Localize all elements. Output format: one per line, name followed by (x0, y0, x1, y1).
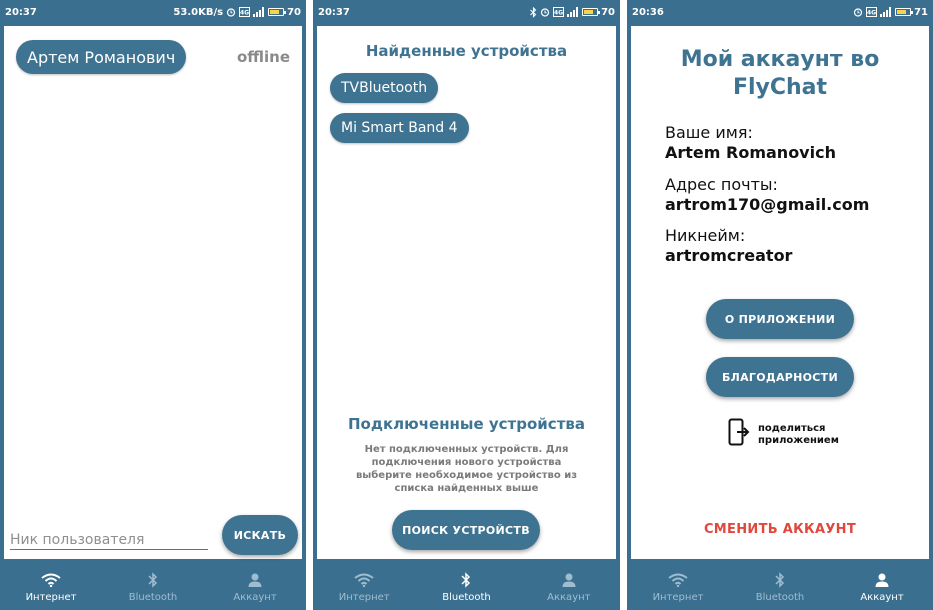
email-label: Адрес почты: (665, 175, 778, 194)
nav-label-account: Аккаунт (233, 591, 277, 603)
status-bar: 20:37 4G 70 (313, 0, 620, 24)
status-time: 20:37 (5, 6, 37, 18)
status-bar: 20:37 53.0KB/s 4G 70 (0, 0, 306, 24)
connected-devices-note: Нет подключенных устройств. Для подключе… (355, 444, 578, 494)
signal-icon (567, 7, 579, 17)
person-icon (247, 570, 263, 590)
nick-value: artromcreator (665, 246, 793, 265)
person-icon (561, 570, 577, 590)
signal-icon (880, 7, 892, 17)
battery-level: 71 (914, 6, 928, 18)
account-title-line2: FlyChat (732, 75, 828, 100)
svg-text:4G: 4G (240, 10, 249, 17)
found-devices-title: Найденные устройства (365, 42, 568, 60)
volte-icon: 4G (553, 7, 565, 17)
status-bar: 20:36 4G 71 (627, 0, 933, 24)
share-label: поделиться приложением (758, 422, 839, 446)
username-search-input[interactable] (10, 530, 208, 550)
wifi-icon (41, 570, 61, 590)
nick-label: Никнейм: (665, 226, 746, 245)
account-title: Мой аккаунт во FlyChat (631, 46, 929, 102)
internet-screen: Артем Романович offline ИСКАТЬ (4, 26, 302, 559)
alarm-icon (853, 7, 863, 17)
phone-account: 20:36 4G 71 Мой аккаунт во FlyChat Ваше … (627, 0, 933, 610)
nav-label-bluetooth: Bluetooth (755, 591, 805, 603)
alarm-icon (226, 7, 236, 17)
nav-label-account: Аккаунт (547, 591, 591, 603)
status-time: 20:37 (318, 6, 350, 18)
nav-tab-account[interactable]: Аккаунт (204, 562, 306, 610)
volte-icon: 4G (866, 7, 878, 17)
svg-text:4G: 4G (554, 10, 563, 17)
connection-status: offline (236, 48, 290, 66)
account-screen: Мой аккаунт во FlyChat Ваше имя: Artem R… (631, 26, 929, 559)
search-devices-button[interactable]: ПОИСК УСТРОЙСТВ (392, 510, 540, 550)
bluetooth-icon (461, 570, 471, 590)
nav-label-account: Аккаунт (860, 591, 904, 603)
share-icon (728, 418, 750, 451)
network-speed: 53.0KB/s (173, 6, 224, 18)
status-time: 20:36 (632, 6, 664, 18)
wifi-icon (354, 570, 374, 590)
device-item[interactable]: TVBluetooth (330, 73, 439, 103)
wifi-icon (668, 570, 688, 590)
phone-bluetooth: 20:37 4G 70 Найденные устройства TVBluet… (313, 0, 620, 610)
battery-icon (268, 8, 287, 16)
alarm-icon (540, 7, 550, 17)
nav-tab-internet[interactable]: Интернет (313, 562, 415, 610)
nav-tab-bluetooth[interactable]: Bluetooth (729, 562, 831, 610)
user-chip[interactable]: Артем Романович (16, 40, 187, 74)
nav-label-bluetooth: Bluetooth (442, 591, 491, 603)
svg-text:4G: 4G (867, 10, 876, 17)
connected-devices-title: Подключенные устройства (348, 415, 585, 433)
bluetooth-status-icon (530, 6, 537, 18)
search-button[interactable]: ИСКАТЬ (222, 515, 298, 555)
nav-tab-bluetooth[interactable]: Bluetooth (415, 562, 517, 610)
nav-tab-internet[interactable]: Интернет (0, 562, 102, 610)
share-app-button[interactable]: поделиться приложением (728, 418, 848, 451)
person-icon (874, 570, 890, 590)
battery-level: 70 (601, 6, 615, 18)
bluetooth-icon (775, 570, 785, 590)
nav-tab-bluetooth[interactable]: Bluetooth (102, 562, 204, 610)
nav-label-internet: Интернет (652, 591, 704, 603)
phone-internet: 20:37 53.0KB/s 4G 70 Артем Романович off… (0, 0, 306, 610)
bluetooth-icon (148, 570, 158, 590)
nav-label-internet: Интернет (338, 591, 390, 603)
bottom-nav: Интернет Bluetooth Аккаунт (627, 562, 933, 610)
nav-label-bluetooth: Bluetooth (128, 591, 178, 603)
thanks-button[interactable]: БЛАГОДАРНОСТИ (706, 357, 854, 397)
about-app-button[interactable]: О ПРИЛОЖЕНИИ (706, 299, 854, 339)
nav-tab-account[interactable]: Аккаунт (831, 562, 933, 610)
bottom-nav: Интернет Bluetooth Аккаунт (0, 562, 306, 610)
nav-label-internet: Интернет (25, 591, 77, 603)
name-value: Artem Romanovich (665, 143, 836, 162)
switch-account-button[interactable]: СМЕНИТЬ АККАУНТ (631, 522, 929, 537)
battery-level: 70 (287, 6, 301, 18)
nav-tab-internet[interactable]: Интернет (627, 562, 729, 610)
bluetooth-screen: Найденные устройства TVBluetooth Mi Smar… (317, 26, 616, 559)
email-value: artrom170@gmail.com (665, 195, 870, 214)
battery-icon (582, 8, 601, 16)
name-label: Ваше имя: (665, 123, 753, 142)
account-title-line1: Мой аккаунт во (680, 47, 880, 72)
device-item[interactable]: Mi Smart Band 4 (330, 113, 469, 143)
battery-icon (895, 8, 914, 16)
bottom-nav: Интернет Bluetooth Аккаунт (313, 562, 620, 610)
volte-icon: 4G (239, 7, 251, 17)
signal-icon (253, 7, 265, 17)
screenshot-collage: 20:37 53.0KB/s 4G 70 Артем Романович off… (0, 0, 933, 610)
nav-tab-account[interactable]: Аккаунт (518, 562, 620, 610)
